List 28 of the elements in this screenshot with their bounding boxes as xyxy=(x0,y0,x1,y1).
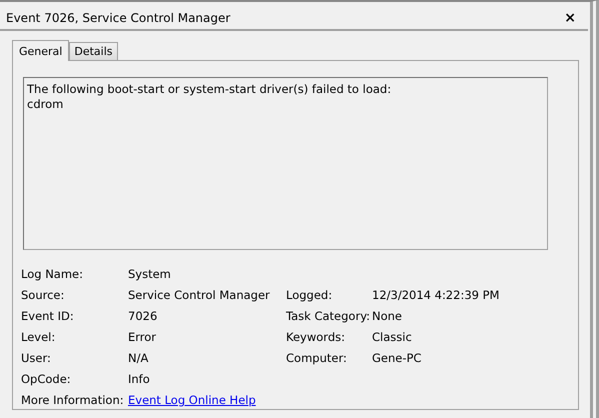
field-label: User: xyxy=(21,350,52,366)
message-text: cdrom xyxy=(27,97,64,112)
field-value: Error xyxy=(128,329,158,345)
field-label: Log Name: xyxy=(21,266,84,282)
field-label: Event ID: xyxy=(21,308,75,324)
tab[interactable]: Details xyxy=(69,42,118,60)
field-label: Level: xyxy=(21,329,56,345)
help-link[interactable]: Event Log Online Help xyxy=(128,393,256,407)
field-label: Source: xyxy=(21,287,66,303)
field-label: Task Category: xyxy=(286,308,372,324)
field-value: Service Control Manager xyxy=(128,287,271,303)
field-value: 7026 xyxy=(128,308,158,324)
window-title: Event 7026, Service Control Manager xyxy=(6,11,230,25)
field-label: Logged: xyxy=(286,287,334,303)
field-label: OpCode: xyxy=(21,371,72,387)
field-value: None xyxy=(372,308,404,324)
field-value: 12/3/2014 4:22:39 PM xyxy=(372,287,500,303)
field-value: Classic xyxy=(372,329,413,345)
tab[interactable]: General xyxy=(12,40,70,61)
field-label: Keywords: xyxy=(286,329,346,345)
field-value: System xyxy=(128,266,172,282)
field-value: N/A xyxy=(128,350,150,366)
close-button[interactable]: × xyxy=(564,10,576,26)
message-text: The following boot-start or system-start driver(s) failed to load: xyxy=(27,82,392,97)
field-label: Computer: xyxy=(286,350,348,366)
field-value: Info xyxy=(128,371,151,387)
field-label: More Information: xyxy=(21,392,125,408)
field-value: Gene-PC xyxy=(372,350,422,366)
